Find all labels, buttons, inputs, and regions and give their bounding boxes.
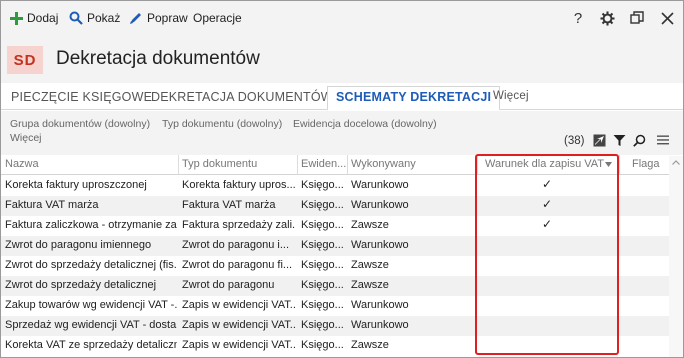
cell-name: Korekta VAT ze sprzedaży detaliczn... bbox=[5, 339, 177, 351]
column-header-executed[interactable]: Wykonywany bbox=[351, 158, 471, 170]
edit-label: Popraw bbox=[147, 11, 188, 25]
cell-executed: Zawsze bbox=[351, 339, 389, 351]
column-header-flag[interactable]: Flaga bbox=[632, 158, 666, 170]
operations-label: Operacje bbox=[193, 11, 242, 25]
show-label: Pokaż bbox=[87, 11, 121, 25]
tab-bar: PIECZĘCIE KSIĘGOWE DEKRETACJA DOKUMENTÓW… bbox=[1, 83, 683, 111]
cell-evidence: Księgo... bbox=[301, 279, 344, 291]
column-header-document-type[interactable]: Typ dokumentu bbox=[182, 158, 294, 170]
cell-executed: Zawsze bbox=[351, 279, 389, 291]
settings-button[interactable] bbox=[595, 7, 619, 29]
cell-document-type: Zapis w ewidencji VAT... bbox=[182, 299, 295, 311]
page-header: SD Dekretacja dokumentów bbox=[1, 33, 683, 83]
cell-name: Zakup towarów wg ewidencji VAT -... bbox=[5, 299, 177, 311]
page-title: Dekretacja dokumentów bbox=[56, 48, 260, 69]
restore-window-button[interactable] bbox=[625, 7, 649, 29]
column-divider[interactable] bbox=[619, 155, 620, 175]
add-label: Dodaj bbox=[27, 11, 59, 25]
cell-document-type: Faktura sprzedaży zali... bbox=[182, 219, 295, 231]
gear-icon bbox=[599, 10, 615, 26]
filter-target-evidence[interactable]: Ewidencja docelowa (dowolny) bbox=[293, 118, 437, 130]
column-header-evidence[interactable]: Ewiden... bbox=[301, 158, 347, 170]
cell-evidence: Księgo... bbox=[301, 299, 344, 311]
export-button[interactable] bbox=[591, 132, 607, 148]
cell-executed: Warunkowo bbox=[351, 319, 409, 331]
search-button[interactable] bbox=[631, 132, 647, 148]
highlight-box bbox=[475, 154, 619, 355]
cell-name: Korekta faktury uproszczonej bbox=[5, 179, 147, 191]
cell-executed: Warunkowo bbox=[351, 199, 409, 211]
toolbar: Dodaj Pokaż Popraw Operacje ? bbox=[1, 1, 683, 33]
cell-executed: Warunkowo bbox=[351, 299, 409, 311]
pencil-icon bbox=[130, 13, 141, 24]
close-icon bbox=[660, 11, 674, 25]
filter-more[interactable]: Więcej bbox=[10, 132, 42, 144]
vertical-scrollbar[interactable] bbox=[669, 156, 683, 357]
show-button[interactable]: Pokaż bbox=[69, 9, 120, 27]
filter-document-type[interactable]: Typ dokumentu (dowolny) bbox=[162, 118, 282, 130]
search-icon bbox=[632, 134, 645, 147]
module-badge: SD bbox=[7, 46, 43, 74]
menu-button[interactable] bbox=[655, 132, 671, 148]
cell-executed: Zawsze bbox=[351, 259, 389, 271]
cell-evidence: Księgo... bbox=[301, 339, 344, 351]
cell-document-type: Zapis w ewidencji VAT... bbox=[182, 319, 295, 331]
cell-document-type: Zwrot do paragonu i... bbox=[182, 239, 290, 251]
record-count: (38) bbox=[564, 135, 585, 147]
restore-icon bbox=[630, 11, 644, 24]
cell-name: Zwrot do sprzedaży detalicznej bbox=[5, 279, 157, 291]
cell-evidence: Księgo... bbox=[301, 319, 344, 331]
operations-button[interactable]: Operacje bbox=[193, 9, 242, 27]
help-icon: ? bbox=[573, 9, 583, 27]
cell-evidence: Księgo... bbox=[301, 179, 344, 191]
column-header-name[interactable]: Nazwa bbox=[5, 158, 175, 170]
tab-ledger-stamps[interactable]: PIECZĘCIE KSIĘGOWE bbox=[11, 87, 152, 110]
tab-document-posting[interactable]: DEKRETACJA DOKUMENTÓW bbox=[151, 87, 333, 110]
cell-executed: Warunkowo bbox=[351, 239, 409, 251]
cell-executed: Zawsze bbox=[351, 219, 389, 231]
edit-button[interactable]: Popraw bbox=[129, 9, 188, 27]
add-button[interactable]: Dodaj bbox=[10, 9, 58, 27]
search-icon bbox=[69, 11, 83, 25]
cell-name: Sprzedaż wg ewidencji VAT - dosta... bbox=[5, 319, 177, 331]
cell-executed: Warunkowo bbox=[351, 179, 409, 191]
hamburger-icon bbox=[657, 135, 669, 145]
close-button[interactable] bbox=[655, 7, 679, 29]
tab-more[interactable]: Więcej bbox=[493, 87, 529, 110]
filter-button[interactable] bbox=[611, 132, 627, 148]
column-divider[interactable] bbox=[297, 155, 298, 175]
cell-name: Faktura zaliczkowa - otrzymanie zal... bbox=[5, 219, 177, 231]
cell-name: Zwrot do paragonu imiennego bbox=[5, 239, 152, 251]
funnel-icon bbox=[613, 134, 625, 146]
filter-bar: Grupa dokumentów (dowolny) Typ dokumentu… bbox=[1, 111, 683, 155]
tab-posting-schemes[interactable]: SCHEMATY DEKRETACJI bbox=[327, 86, 501, 111]
cell-evidence: Księgo... bbox=[301, 259, 344, 271]
export-icon bbox=[593, 134, 605, 146]
column-divider[interactable] bbox=[347, 155, 348, 175]
filter-document-group[interactable]: Grupa dokumentów (dowolny) bbox=[10, 118, 150, 130]
cell-evidence: Księgo... bbox=[301, 219, 344, 231]
help-button[interactable]: ? bbox=[566, 7, 590, 29]
cell-document-type: Zwrot do paragonu fi... bbox=[182, 259, 293, 271]
cell-document-type: Zwrot do paragonu bbox=[182, 279, 275, 291]
cell-document-type: Faktura VAT marża bbox=[182, 199, 276, 211]
cell-document-type: Korekta faktury upros... bbox=[182, 179, 295, 191]
column-divider[interactable] bbox=[178, 155, 179, 175]
cell-name: Zwrot do sprzedaży detalicznej (fis... bbox=[5, 259, 177, 271]
cell-name: Faktura VAT marża bbox=[5, 199, 99, 211]
cell-document-type: Zapis w ewidencji VAT... bbox=[182, 339, 295, 351]
cell-evidence: Księgo... bbox=[301, 199, 344, 211]
plus-icon bbox=[10, 11, 23, 25]
scroll-up-icon[interactable] bbox=[672, 160, 680, 165]
cell-evidence: Księgo... bbox=[301, 239, 344, 251]
